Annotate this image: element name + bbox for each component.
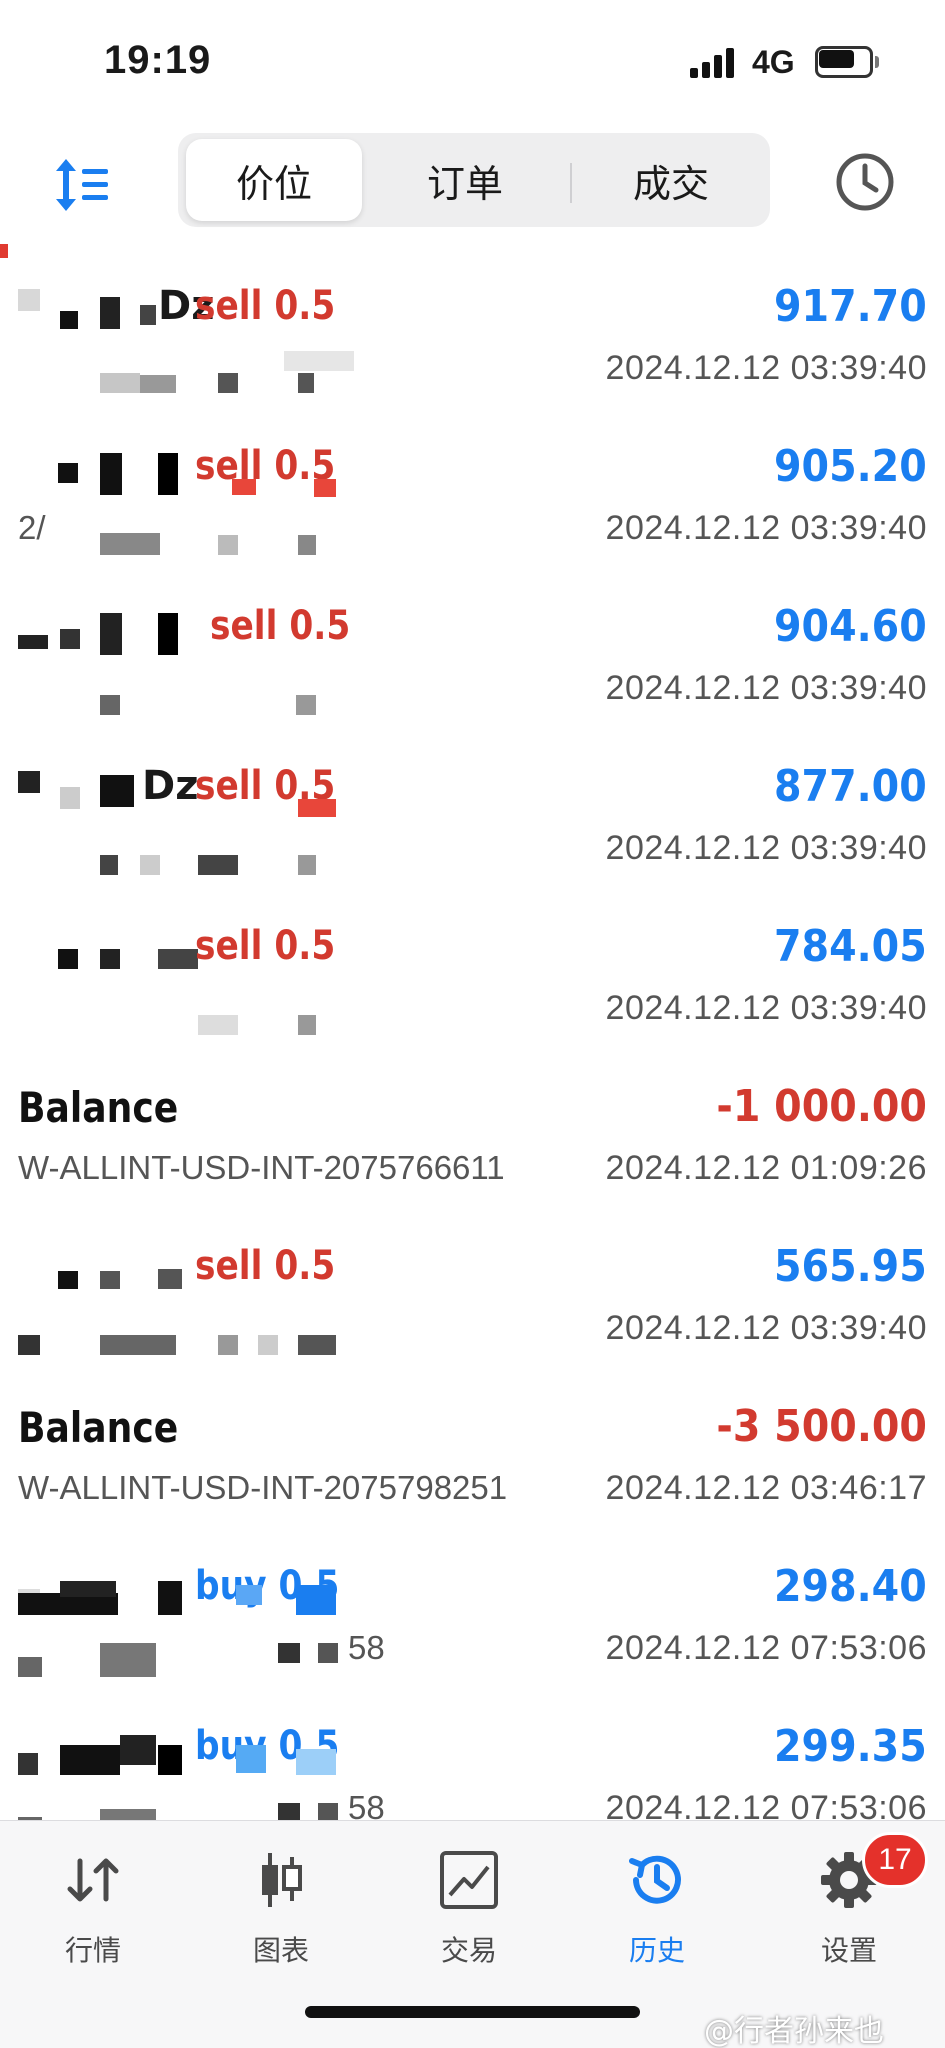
segmented-control: 价位 订单 成交 [178,133,770,227]
deal-row[interactable]: buy 0.5 298.40 58 2024.12.12 07:53:06 [0,1525,945,1685]
balance-comment: W-ALLINT-USD-INT-2075766611 [18,1149,505,1186]
tab-label: 交易 [440,1934,497,1967]
network-type: 4G [752,44,795,80]
deal-time: 2024.12.12 03:39:40 [605,349,927,387]
segment-divider [570,163,572,203]
deal-amount: 565.95 [774,1241,927,1292]
tab-quotes[interactable]: 行情 [18,1847,168,1977]
quotes-arrows-icon [67,1858,119,1902]
deal-time: 2024.12.12 03:39:40 [605,1309,927,1347]
header: 价位 订单 成交 [0,125,945,245]
comment-fragment: 58 [348,1629,385,1666]
deal-row[interactable]: Dz sell 0.5 917.70 2024.12.12 03:39:40 [0,245,945,405]
deal-amount: 917.70 [774,281,927,332]
deal-amount: 784.05 [774,921,927,972]
tab-charts[interactable]: 图表 [206,1847,356,1977]
tab-orders[interactable]: 订单 [374,139,556,221]
tab-label: 设置 [820,1934,877,1967]
deal-time: 2024.12.12 03:39:40 [605,509,927,547]
tab-trade[interactable]: 交易 [394,1847,544,1977]
deal-type: sell 0.5 [195,923,336,969]
settings-badge: 17 [862,1832,928,1888]
deal-row[interactable]: sell 0.5 565.95 2024.12.12 03:39:40 [0,1205,945,1365]
deal-amount: 904.60 [774,601,927,652]
deal-amount: 298.40 [774,1561,927,1612]
tab-label: 行情 [64,1934,121,1967]
balance-row[interactable]: Balance -3 500.00 W-ALLINT-USD-INT-20757… [0,1365,945,1525]
deal-amount: 299.35 [774,1721,927,1772]
deal-row[interactable]: sell 0.5 905.20 2/ 2024.12.12 03:39:40 [0,405,945,565]
history-clock-icon [629,1855,681,1904]
tab-history[interactable]: 历史 [582,1847,732,1977]
balance-amount: -3 500.00 [716,1401,927,1452]
deal-row[interactable]: sell 0.5 904.60 2024.12.12 03:39:40 [0,565,945,725]
balance-title: Balance [18,1403,179,1452]
watermark: @行者孙来也 [704,2014,884,2048]
tab-label: 历史 [628,1934,685,1967]
trade-chart-icon [440,1851,498,1909]
tab-deals[interactable]: 成交 [578,139,764,221]
deal-time: 2024.12.12 03:39:40 [605,829,927,867]
comment-fragment: 2/ [18,509,46,546]
deal-time: 2024.12.12 07:53:06 [605,1629,927,1667]
tab-label: 图表 [252,1934,309,1967]
deal-amount: 877.00 [774,761,927,812]
deal-type: sell 0.5 [195,1243,336,1289]
deal-row[interactable]: Dz sell 0.5 877.00 2024.12.12 03:39:40 [0,725,945,885]
sort-icon[interactable] [52,155,112,215]
battery-icon [815,46,879,78]
status-time: 19:19 [104,38,212,82]
tab-price[interactable]: 价位 [186,139,362,221]
balance-time: 2024.12.12 03:46:17 [605,1469,927,1507]
balance-title: Balance [18,1083,179,1132]
deal-type: sell 0.5 [195,283,336,329]
deal-type: sell 0.5 [210,603,351,649]
candlestick-chart-icon [262,1853,302,1907]
balance-amount: -1 000.00 [716,1081,927,1132]
balance-row[interactable]: Balance -1 000.00 W-ALLINT-USD-INT-20757… [0,1045,945,1205]
cellular-signal-icon [690,48,738,78]
balance-time: 2024.12.12 01:09:26 [605,1149,927,1187]
clock-icon[interactable] [834,151,896,213]
deal-row[interactable]: sell 0.5 784.05 2024.12.12 03:39:40 [0,885,945,1045]
deal-amount: 905.20 [774,441,927,492]
deal-time: 2024.12.12 03:39:40 [605,669,927,707]
balance-comment: W-ALLINT-USD-INT-2075798251 [18,1469,508,1506]
status-bar: 19:19 4G [0,0,945,125]
home-indicator [305,2006,640,2018]
symbol-fragment: Dz [142,763,199,809]
deal-time: 2024.12.12 03:39:40 [605,989,927,1027]
